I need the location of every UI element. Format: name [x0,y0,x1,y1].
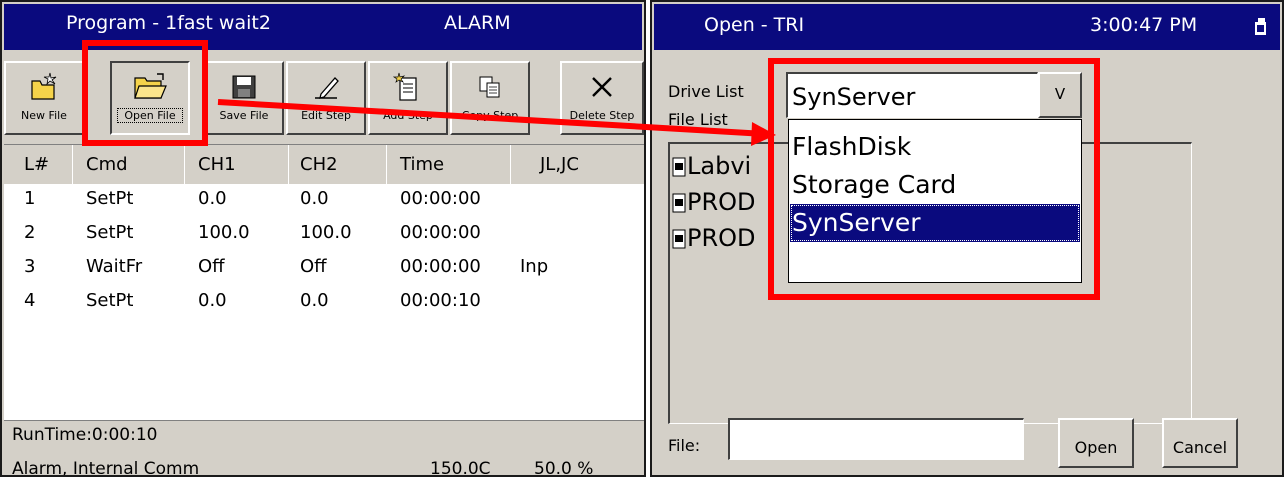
file-item[interactable]: PROD [672,224,756,260]
open-file-highlight-box [82,40,208,146]
file-list-label: File List [668,110,728,129]
alarm-status-text: Alarm, Internal Comm [12,459,200,477]
add-step-button[interactable]: Add Step [368,61,448,135]
program-title: Program - 1fast wait2 [66,12,271,34]
open-button[interactable]: Open [1058,418,1134,468]
table-row[interactable]: 4 SetPt 0.0 0.0 00:00:10 [4,290,644,324]
table-row[interactable]: 3 WaitFr Off Off 00:00:00 Inp [4,256,644,290]
pencil-icon [288,71,364,103]
program-step-table[interactable]: 1 SetPt 0.0 0.0 00:00:00 2 SetPt 100.0 100.0 00:… [4,184,644,420]
drive-list-label: Drive List [668,82,744,101]
copy-step-button[interactable]: Copy Step [450,61,530,135]
col-header-cmd[interactable]: Cmd [86,154,128,175]
runtime-text: RunTime:0:00:10 [12,425,158,445]
temperature-readout: 150.0C [430,459,491,477]
save-disk-icon [206,71,282,103]
file-item[interactable]: PROD [672,188,756,224]
col-header-line[interactable]: L# [24,154,49,175]
new-file-icon [6,71,82,103]
file-field-label: File: [668,436,701,455]
col-header-ch1[interactable]: CH1 [198,154,236,175]
program-table-header: L# Cmd CH1 CH2 Time JL,JC [4,144,644,185]
col-header-jljc[interactable]: JL,JC [540,154,579,175]
document-icon [672,229,686,249]
edit-step-label: Edit Step [301,109,351,122]
delete-step-button[interactable]: Delete Step [560,61,644,135]
output-percent: 50.0 % [534,459,594,477]
delete-step-label: Delete Step [569,109,635,122]
add-step-icon [370,71,446,103]
document-icon [672,157,686,177]
new-file-label: New File [21,109,67,122]
alarm-indicator: ALARM [444,12,511,34]
delete-x-icon [562,71,642,103]
add-step-label: Add Step [383,109,433,122]
file-name-input[interactable] [728,418,1024,460]
edit-step-button[interactable]: Edit Step [286,61,366,135]
cancel-button[interactable]: Cancel [1162,418,1238,468]
status-bar: RunTime:0:00:10 Alarm, Internal Comm 150… [4,420,644,477]
save-file-label: Save File [219,109,269,122]
file-item[interactable]: Labvi [672,152,751,188]
ok-box-icon[interactable] [1254,16,1268,36]
open-dialog-title-bar: Open - TRI 3:00:47 PM [654,4,1280,50]
clock-text: 3:00:47 PM [1090,14,1198,36]
copy-icon [452,71,528,103]
col-header-ch2[interactable]: CH2 [300,154,338,175]
copy-step-label: Copy Step [461,109,519,122]
document-icon [672,193,686,213]
table-row[interactable]: 2 SetPt 100.0 100.0 00:00:00 [4,222,644,256]
open-dialog-title: Open - TRI [704,14,805,36]
drive-list-highlight-box [768,58,1100,300]
table-row[interactable]: 1 SetPt 0.0 0.0 00:00:00 [4,188,644,222]
save-file-button[interactable]: Save File [204,61,284,135]
new-file-button[interactable]: New File [4,61,84,135]
col-header-time[interactable]: Time [400,154,444,175]
